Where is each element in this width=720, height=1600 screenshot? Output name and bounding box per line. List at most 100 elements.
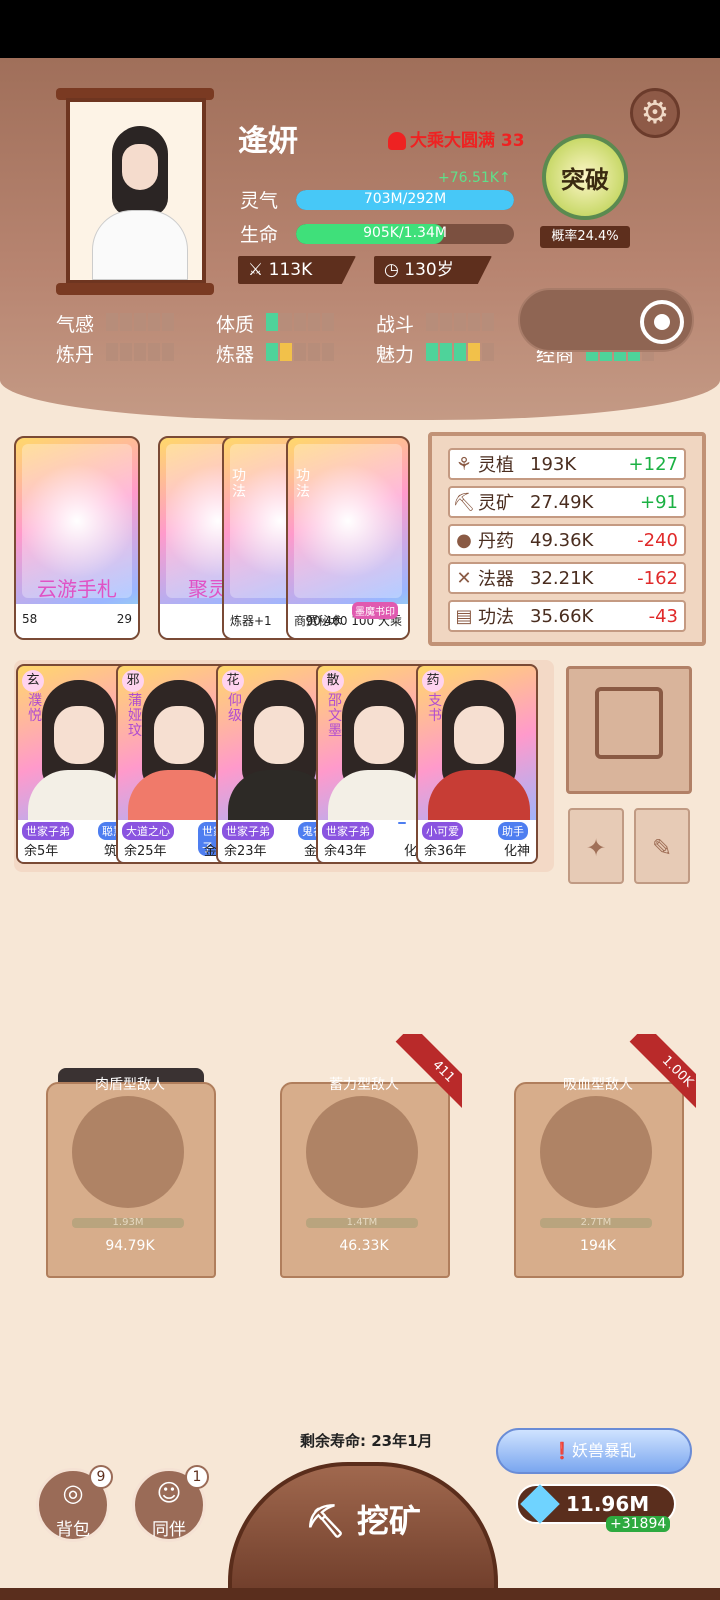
disciple-sect-tag: 玄 bbox=[22, 670, 44, 692]
toggle-knob bbox=[640, 300, 684, 344]
flame-icon bbox=[388, 132, 406, 150]
beast-skull-icon bbox=[72, 1096, 184, 1208]
life-bar: 905K/1.34M bbox=[296, 224, 514, 244]
attr-pip bbox=[266, 343, 278, 361]
shop-building[interactable] bbox=[566, 666, 692, 794]
attr-pip bbox=[308, 313, 320, 331]
coin-icon bbox=[595, 687, 663, 759]
beast-riot-button[interactable]: ❗妖兽暴乱 bbox=[496, 1428, 692, 1474]
breakthrough-button[interactable]: 突破 bbox=[542, 134, 628, 220]
attr-pip bbox=[280, 343, 292, 361]
attack-value: 113K bbox=[268, 260, 313, 280]
disciple-card[interactable]: 药支书 小可爱 助手 余36年 化神 bbox=[416, 664, 538, 864]
gem-delta: +31894 bbox=[606, 1516, 671, 1532]
resource-row: ✕ 法器 32.21K -162 bbox=[448, 562, 686, 594]
bag-button[interactable]: ◎ 背包 9 bbox=[36, 1465, 113, 1542]
life-label: 生命 bbox=[240, 224, 279, 246]
card-tag: 功法 bbox=[232, 468, 246, 500]
realm-text: 大乘大圆满 33 bbox=[410, 131, 525, 151]
resource-name: 灵植 bbox=[478, 455, 514, 476]
skill-card[interactable]: 云游手札 58 29 bbox=[14, 436, 140, 640]
enemy-reward: 411 bbox=[395, 1034, 462, 1112]
resource-value: 35.66K bbox=[530, 605, 594, 627]
mine-button[interactable]: ⛏ 挖矿 bbox=[228, 1462, 498, 1600]
resource-delta: -162 bbox=[637, 567, 678, 589]
disciple-name: 蒲娅玟 bbox=[128, 693, 142, 739]
attr-pips bbox=[106, 313, 174, 331]
scroll-icon[interactable]: ✎ bbox=[634, 808, 690, 884]
disciple-lifespan: 余5年 bbox=[24, 844, 59, 859]
resource-row: ▤ 功法 35.66K -43 bbox=[448, 600, 686, 632]
resource-icon: ▤ bbox=[455, 605, 473, 627]
attr-pips bbox=[426, 313, 494, 331]
attr-pip bbox=[482, 343, 494, 361]
breakthrough-probability: 概率24.4% bbox=[540, 226, 630, 248]
gem-value: 11.96M bbox=[566, 1492, 650, 1516]
disciple-lifespan: 余43年 bbox=[324, 844, 367, 859]
beast-skull-icon bbox=[306, 1096, 418, 1208]
disciple-stage: 化神 bbox=[503, 844, 530, 859]
alert-icon: ❗ bbox=[552, 1441, 572, 1460]
attack-chip: ⚔ 113K bbox=[238, 256, 356, 284]
resource-name: 丹药 bbox=[478, 531, 514, 552]
attr-pip bbox=[280, 313, 292, 331]
resource-icon: ⛏ bbox=[452, 491, 476, 513]
enemy-pack[interactable]: 1.00K 吸血型敌人 2.7TM 194K bbox=[510, 1034, 696, 1284]
resource-name: 法器 bbox=[478, 569, 514, 590]
gear-icon[interactable]: ⚙ bbox=[630, 88, 680, 138]
character-portrait[interactable] bbox=[66, 98, 206, 284]
attr-pip bbox=[106, 343, 118, 361]
attr-label: 魅力 bbox=[376, 344, 415, 366]
enemy-pack[interactable]: 411 蓄力型敌人 1.4TM 46.33K bbox=[276, 1034, 462, 1284]
disciple-name: 支书 bbox=[428, 693, 442, 724]
age-chip: ◷ 130岁 bbox=[374, 256, 492, 284]
enemy-type: 蓄力型敌人 bbox=[329, 1077, 399, 1093]
disciple-trait: 世家子弟 bbox=[22, 822, 74, 840]
auto-toggle[interactable] bbox=[518, 288, 694, 352]
realm-label: 大乘大圆满 33 bbox=[388, 126, 525, 151]
resource-name: 灵矿 bbox=[478, 493, 514, 514]
enemy-hp: 1.4TM bbox=[306, 1218, 418, 1228]
enemy-attack: 46.33K bbox=[339, 1238, 389, 1254]
remaining-lifespan: 剩余寿命: 23年1月 bbox=[300, 1432, 433, 1450]
disciple-trait: 世家子弟 bbox=[222, 822, 274, 840]
gem-icon bbox=[520, 1484, 560, 1524]
realm-emblem-icon[interactable]: ✦ bbox=[568, 808, 624, 884]
attr-pip bbox=[440, 313, 452, 331]
lingqi-bar: 703M/292M bbox=[296, 190, 514, 210]
attr-pip bbox=[120, 313, 132, 331]
resource-value: 49.36K bbox=[530, 529, 594, 551]
beast-skull-icon bbox=[540, 1096, 652, 1208]
clock-icon: ◷ bbox=[384, 260, 405, 280]
attr-pip bbox=[440, 343, 452, 361]
attr-label: 体质 bbox=[216, 314, 255, 336]
attr-pip bbox=[454, 343, 466, 361]
card-footer: 58 29 bbox=[16, 604, 138, 638]
disciple-trait: 世家子弟 bbox=[322, 822, 374, 840]
enemy-reward-ribbon: 411 bbox=[384, 1034, 462, 1112]
pickaxe-icon: ⛏ bbox=[305, 1502, 357, 1540]
attr-label: 战斗 bbox=[376, 314, 415, 336]
sword-icon: ⚔ bbox=[248, 260, 269, 280]
attr-pip bbox=[426, 313, 438, 331]
resource-value: 27.49K bbox=[530, 491, 594, 513]
partner-button[interactable]: ☺ 同伴 1 bbox=[132, 1465, 209, 1542]
enemy-type: 吸血型敌人 bbox=[563, 1077, 633, 1093]
resource-icon: ✕ bbox=[456, 567, 472, 589]
resource-delta: +91 bbox=[640, 491, 678, 513]
attr-pip bbox=[322, 313, 334, 331]
card-foot-1: 炼器+1 bbox=[230, 614, 272, 628]
card-title: 云游手札 bbox=[37, 577, 117, 601]
card-tag: 功法 bbox=[296, 468, 310, 500]
disciple-sect-tag: 花 bbox=[222, 670, 244, 692]
enemy-pack[interactable]: 肉盾型敌人 1.93M 94.79K bbox=[42, 1034, 218, 1284]
attr-pip bbox=[322, 343, 334, 361]
attr-pip bbox=[148, 343, 160, 361]
attr-pips bbox=[426, 343, 494, 361]
disciple-sect-tag: 药 bbox=[422, 670, 444, 692]
disciple-name: 仰级 bbox=[228, 693, 242, 724]
resource-value: 193K bbox=[530, 453, 577, 475]
card-foot-1: 58 bbox=[22, 612, 38, 626]
enemy-reward-ribbon: 1.00K bbox=[618, 1034, 696, 1112]
enemy-hp: 2.7TM bbox=[540, 1218, 652, 1228]
